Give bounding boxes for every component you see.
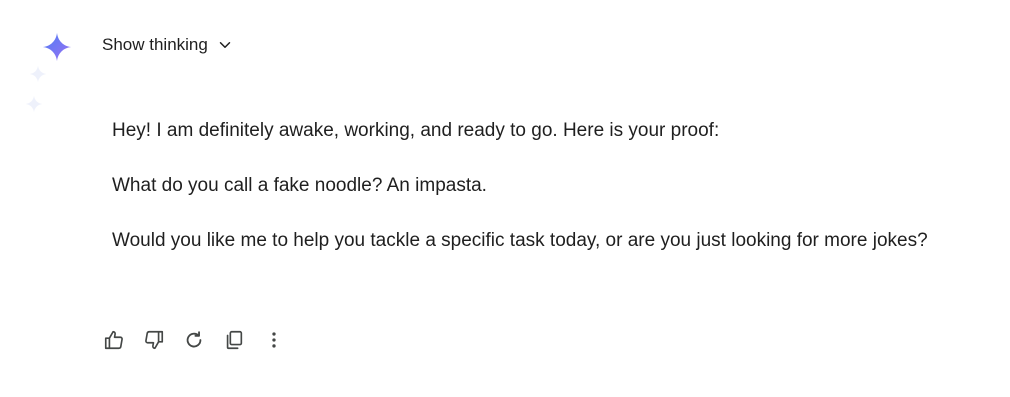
chevron-down-icon: [219, 42, 231, 48]
copy-button[interactable]: [220, 326, 248, 354]
response-paragraph: What do you call a fake noodle? An impas…: [112, 175, 487, 196]
chat-response-page: Show thinking Hey! I am definitely awake…: [0, 0, 1010, 397]
ghost-spark-icon: [25, 95, 43, 113]
more-vert-icon: [272, 332, 276, 348]
thumbs-down-icon: [145, 330, 164, 350]
gemini-spark-icon: [42, 32, 72, 62]
regenerate-button[interactable]: [180, 326, 208, 354]
copy-icon: [226, 330, 243, 350]
response-actions: [100, 326, 288, 354]
thumbs-up-icon: [104, 330, 123, 350]
more-options-button[interactable]: [260, 326, 288, 354]
show-thinking-toggle[interactable]: Show thinking: [102, 35, 234, 55]
thumbs-down-button[interactable]: [140, 326, 168, 354]
response-paragraph: Would you like me to help you tackle a s…: [112, 230, 928, 251]
response-body: Hey! I am definitely awake, working, and…: [112, 116, 942, 281]
show-thinking-label: Show thinking: [102, 35, 208, 54]
regenerate-icon: [186, 331, 202, 348]
ghost-spark-icon: [29, 65, 47, 83]
thumbs-up-button[interactable]: [100, 326, 128, 354]
response-paragraph: Hey! I am definitely awake, working, and…: [112, 120, 720, 141]
